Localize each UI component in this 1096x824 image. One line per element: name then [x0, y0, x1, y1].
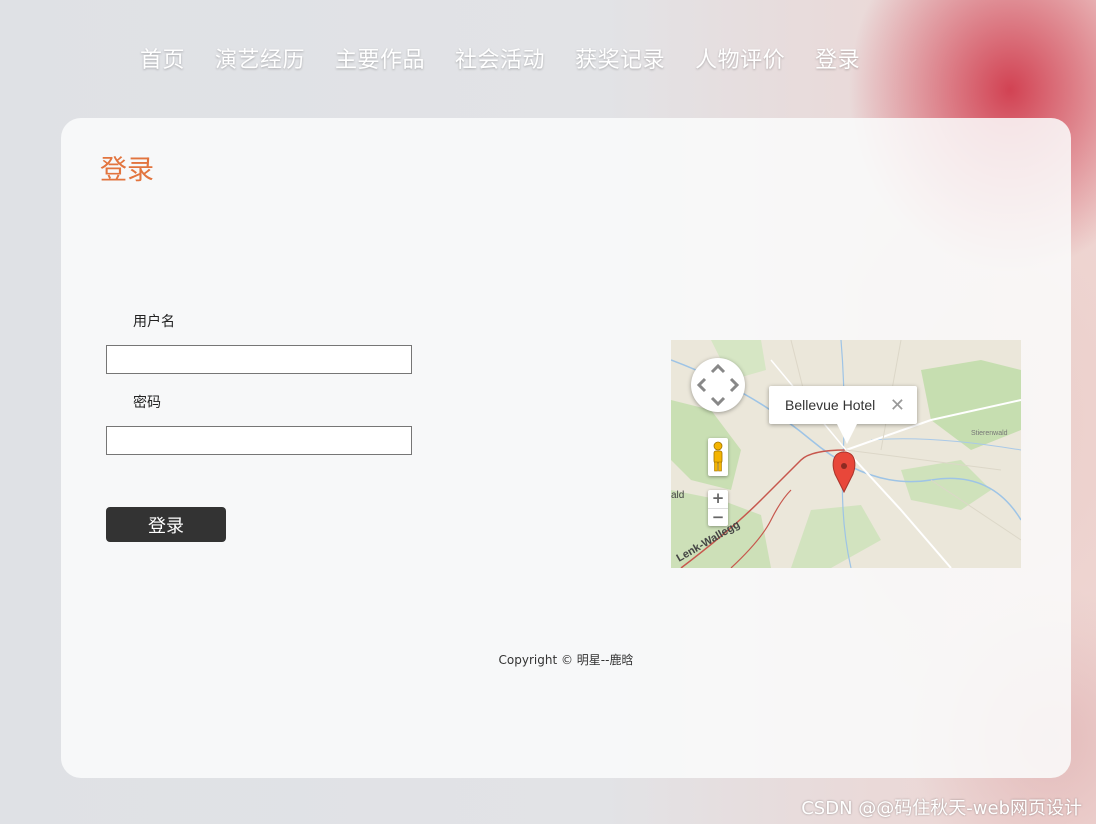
map-widget[interactable]: Lenk-Wallegg ald Stierenwald + − Bellevu… [671, 340, 1021, 568]
pan-arrows-icon [696, 363, 740, 407]
page-title: 登录 [100, 155, 154, 186]
pegman-icon [713, 441, 723, 472]
username-input[interactable] [106, 345, 412, 374]
nav-item-reviews[interactable]: 人物评价 [695, 44, 785, 78]
content-panel: 登录 用户名 密码 登录 Lenk-Wallegg ald Stierenwal… [61, 118, 1071, 778]
street-view-pegman[interactable] [708, 438, 728, 476]
nav-item-login[interactable]: 登录 [815, 44, 860, 78]
nav-item-home[interactable]: 首页 [140, 44, 185, 78]
nav-item-awards[interactable]: 获奖记录 [575, 44, 665, 78]
nav-item-career[interactable]: 演艺经历 [215, 44, 305, 78]
zoom-control: + − [708, 490, 728, 526]
info-window-title: Bellevue Hotel [785, 397, 876, 413]
main-nav: 首页 演艺经历 主要作品 社会活动 获奖记录 人物评价 登录 [140, 44, 890, 78]
watermark: CSDN @@码住秋天-web网页设计 [801, 798, 1082, 819]
login-button[interactable]: 登录 [106, 507, 226, 542]
map-pan-control[interactable] [691, 358, 745, 412]
footer-copyright: Copyright © 明星--鹿晗 [498, 653, 634, 667]
nav-item-works[interactable]: 主要作品 [335, 44, 425, 78]
map-label-ald: ald [671, 490, 684, 501]
map-label-stierenwald: Stierenwald [971, 430, 1008, 437]
password-input[interactable] [106, 426, 412, 455]
username-label: 用户名 [133, 314, 175, 330]
nav-item-activities[interactable]: 社会活动 [455, 44, 545, 78]
info-window-tail [837, 424, 857, 444]
map-info-window: Bellevue Hotel ✕ [769, 386, 917, 444]
close-icon[interactable]: ✕ [890, 386, 905, 424]
password-label: 密码 [133, 395, 161, 411]
zoom-in-button[interactable]: + [708, 490, 728, 509]
zoom-out-button[interactable]: − [708, 509, 728, 526]
